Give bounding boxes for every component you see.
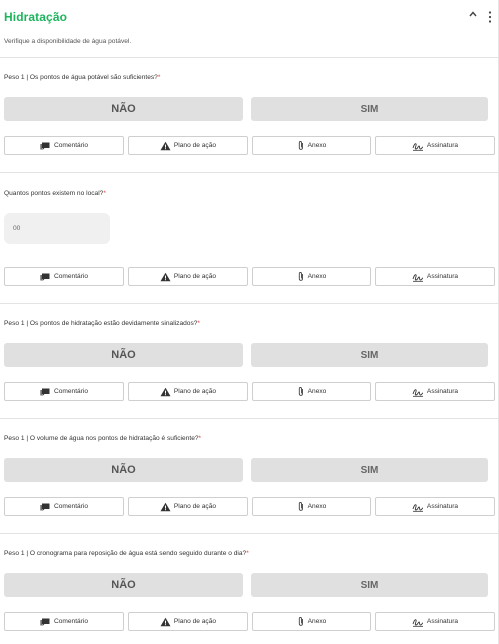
paperclip-icon bbox=[298, 387, 303, 396]
attachment-label: Anexo bbox=[307, 503, 327, 510]
attachment-button[interactable]: Anexo bbox=[252, 136, 371, 155]
answer-no-button[interactable]: NÃO bbox=[4, 97, 243, 121]
action-plan-label: Plano de ação bbox=[173, 142, 217, 149]
divider bbox=[0, 172, 498, 173]
signature-label: Assinatura bbox=[426, 503, 459, 510]
chevron-up-icon[interactable] bbox=[468, 9, 478, 19]
signature-icon bbox=[412, 618, 424, 627]
answer-no-button[interactable]: NÃO bbox=[4, 458, 243, 482]
question-label: Peso 1 | Os pontos de água potável são s… bbox=[4, 74, 161, 81]
signature-button[interactable]: Assinatura bbox=[375, 136, 495, 155]
answer-no-button[interactable]: NÃO bbox=[4, 343, 243, 367]
signature-label: Assinatura bbox=[426, 388, 459, 395]
divider bbox=[0, 418, 498, 419]
action-plan-button[interactable]: Plano de ação bbox=[128, 136, 248, 155]
paperclip-icon bbox=[298, 141, 303, 150]
paperclip-icon bbox=[298, 617, 303, 626]
comment-button[interactable]: Comentário bbox=[4, 612, 124, 631]
comment-label: Comentário bbox=[53, 618, 89, 625]
points-count-value: 00 bbox=[13, 225, 21, 232]
action-plan-label: Plano de ação bbox=[173, 388, 217, 395]
signature-icon bbox=[412, 503, 424, 512]
question-label: Peso 1 | Os pontos de hidratação estão d… bbox=[4, 320, 200, 327]
comment-label: Comentário bbox=[53, 388, 89, 395]
answer-yes-button[interactable]: SIM bbox=[251, 458, 488, 482]
answer-no-button[interactable]: NÃO bbox=[4, 573, 243, 597]
comment-icon bbox=[40, 273, 50, 281]
comment-icon bbox=[40, 142, 50, 150]
action-plan-label: Plano de ação bbox=[173, 273, 217, 280]
paperclip-icon bbox=[298, 502, 303, 511]
section-description: Verifique a disponibilidade de água potá… bbox=[4, 38, 132, 45]
action-plan-label: Plano de ação bbox=[173, 618, 217, 625]
divider bbox=[0, 303, 498, 304]
signature-icon bbox=[412, 388, 424, 397]
section-title: Hidratação bbox=[4, 10, 68, 24]
answer-yes-button[interactable]: SIM bbox=[251, 343, 488, 367]
answer-yes-button[interactable]: SIM bbox=[251, 573, 488, 597]
comment-label: Comentário bbox=[53, 142, 89, 149]
attachment-label: Anexo bbox=[307, 618, 327, 625]
action-plan-button[interactable]: Plano de ação bbox=[128, 497, 248, 516]
comment-icon bbox=[40, 503, 50, 511]
attachment-button[interactable]: Anexo bbox=[252, 267, 371, 286]
warning-icon bbox=[160, 387, 171, 396]
action-plan-label: Plano de ação bbox=[173, 503, 217, 510]
warning-icon bbox=[160, 502, 171, 511]
signature-button[interactable]: Assinatura bbox=[375, 267, 495, 286]
comment-label: Comentário bbox=[53, 273, 89, 280]
divider bbox=[0, 533, 498, 534]
comment-icon bbox=[40, 618, 50, 626]
points-count-input[interactable]: 00 bbox=[4, 213, 110, 244]
answer-yes-button[interactable]: SIM bbox=[251, 97, 488, 121]
kebab-menu-icon[interactable] bbox=[487, 10, 493, 24]
attachment-label: Anexo bbox=[307, 273, 327, 280]
warning-icon bbox=[160, 617, 171, 626]
comment-icon bbox=[40, 388, 50, 396]
signature-button[interactable]: Assinatura bbox=[375, 497, 495, 516]
attachment-label: Anexo bbox=[307, 388, 327, 395]
section-header: Hidratação bbox=[0, 0, 498, 34]
warning-icon bbox=[160, 272, 171, 281]
signature-label: Assinatura bbox=[426, 273, 459, 280]
action-plan-button[interactable]: Plano de ação bbox=[128, 267, 248, 286]
attachment-label: Anexo bbox=[307, 142, 327, 149]
attachment-button[interactable]: Anexo bbox=[252, 382, 371, 401]
comment-label: Comentário bbox=[53, 503, 89, 510]
signature-button[interactable]: Assinatura bbox=[375, 382, 495, 401]
question-label: Peso 1 | O cronograma para reposição de … bbox=[4, 550, 249, 557]
paperclip-icon bbox=[298, 272, 303, 281]
comment-button[interactable]: Comentário bbox=[4, 382, 124, 401]
attachment-button[interactable]: Anexo bbox=[252, 497, 371, 516]
question-label: Quantos pontos existem no local?* bbox=[4, 190, 106, 197]
comment-button[interactable]: Comentário bbox=[4, 267, 124, 286]
action-plan-button[interactable]: Plano de ação bbox=[128, 382, 248, 401]
attachment-button[interactable]: Anexo bbox=[252, 612, 371, 631]
comment-button[interactable]: Comentário bbox=[4, 136, 124, 155]
signature-label: Assinatura bbox=[426, 142, 459, 149]
signature-icon bbox=[412, 142, 424, 151]
divider bbox=[0, 57, 498, 58]
signature-label: Assinatura bbox=[426, 618, 459, 625]
comment-button[interactable]: Comentário bbox=[4, 497, 124, 516]
signature-button[interactable]: Assinatura bbox=[375, 612, 495, 631]
signature-icon bbox=[412, 273, 424, 282]
warning-icon bbox=[160, 141, 171, 150]
question-label: Peso 1 | O volume de água nos pontos de … bbox=[4, 435, 202, 442]
action-plan-button[interactable]: Plano de ação bbox=[128, 612, 248, 631]
